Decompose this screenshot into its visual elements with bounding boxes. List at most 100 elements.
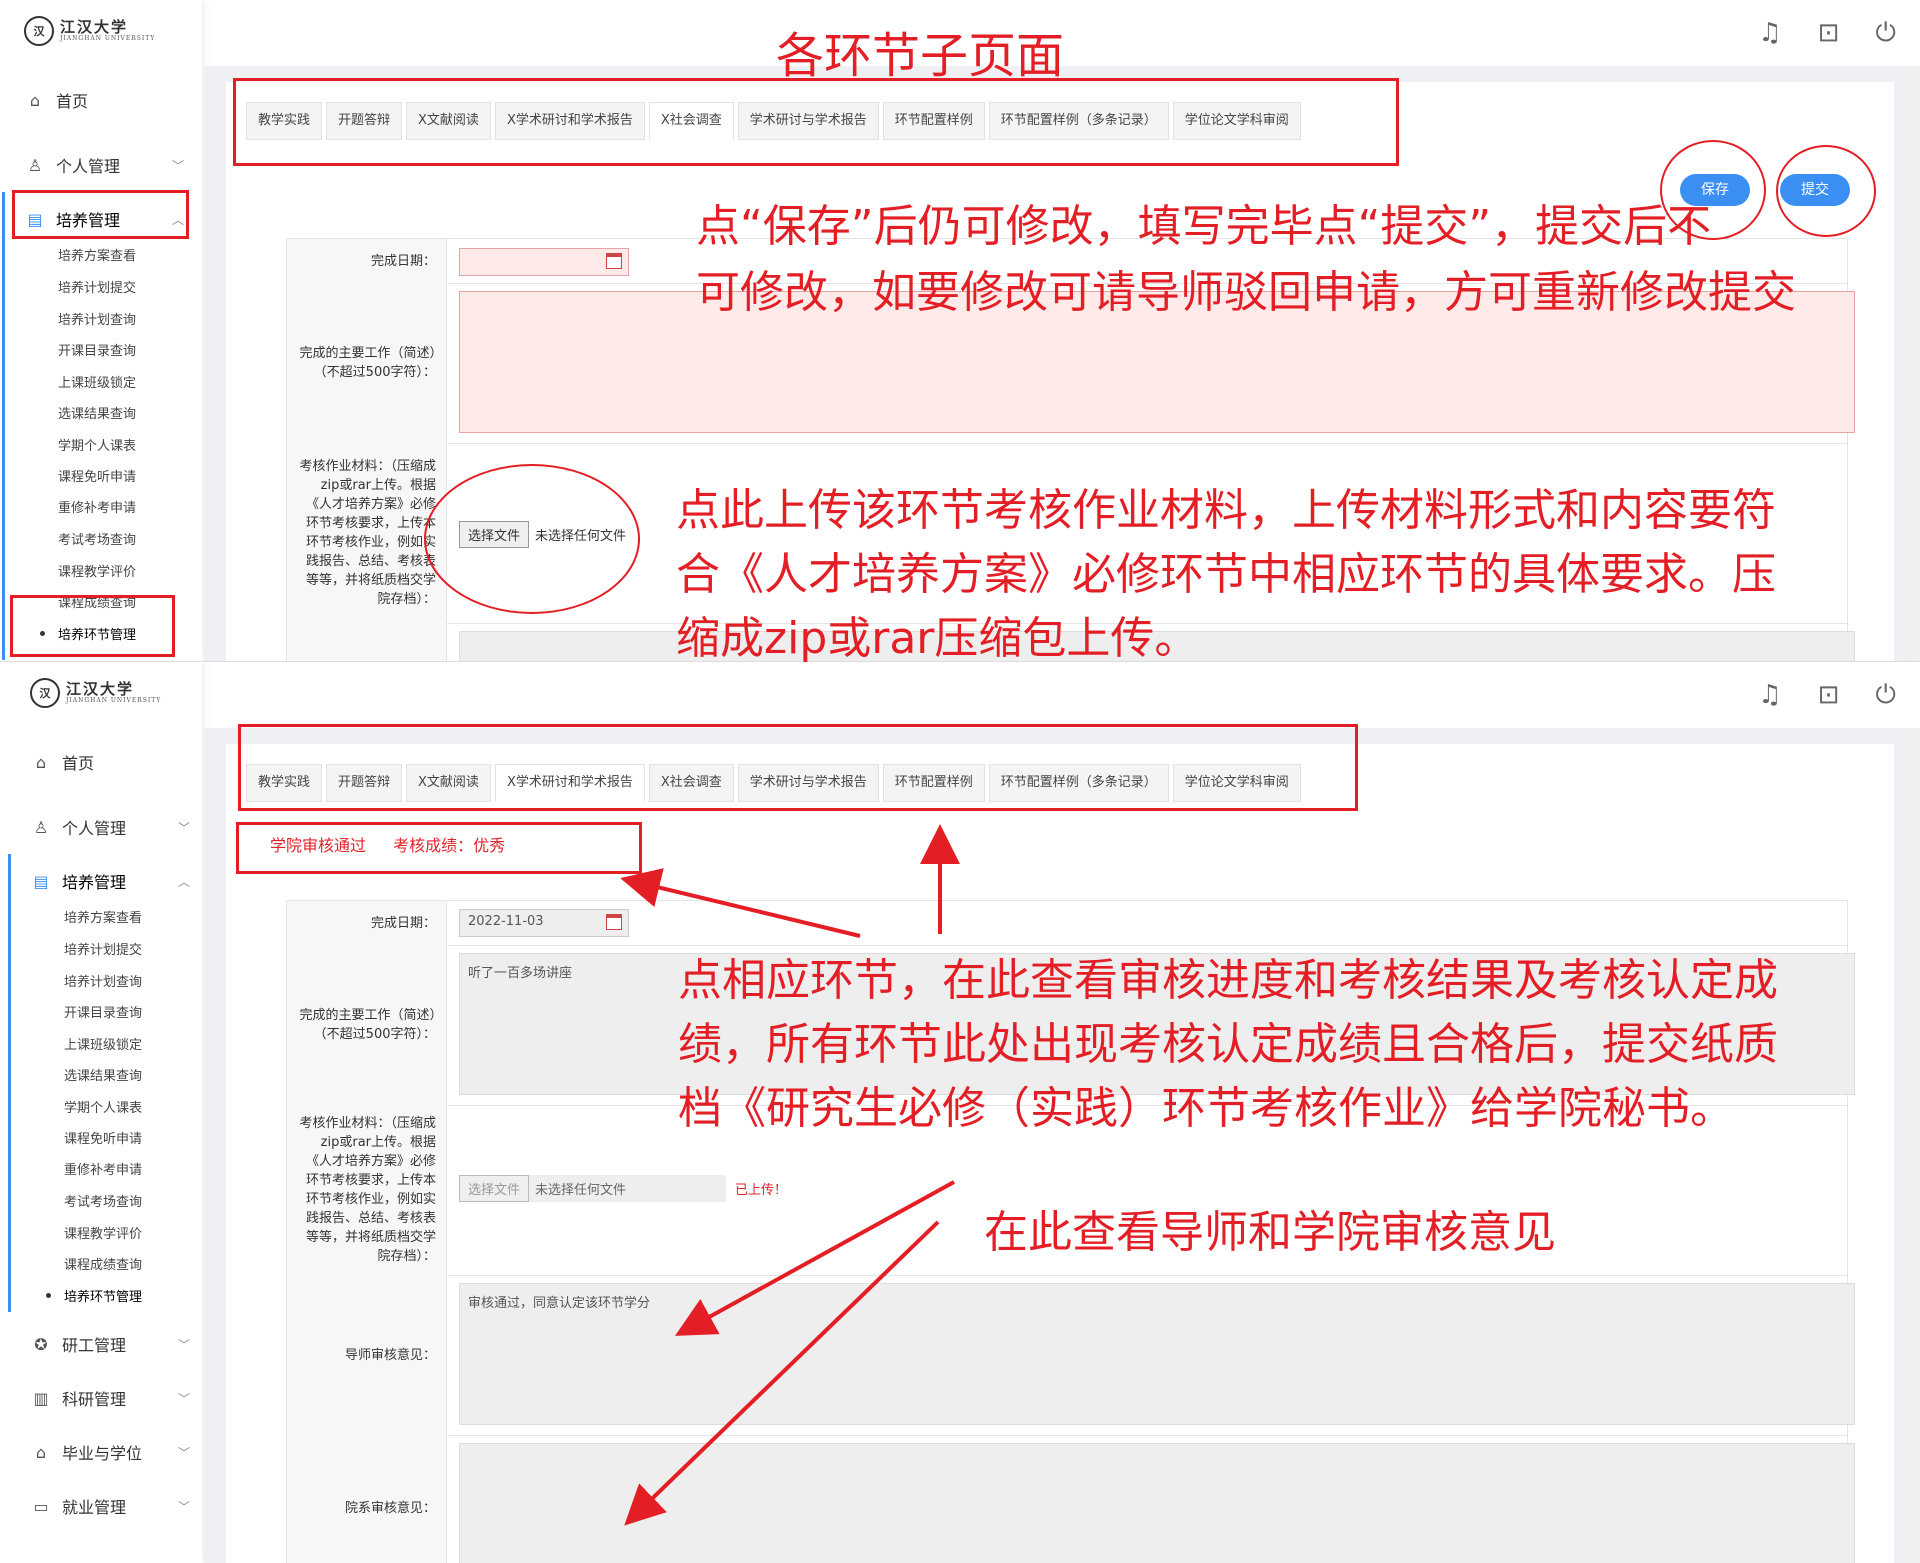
logo-en: JIANGHAN UNIVERSITY [66, 697, 162, 704]
sub-item[interactable]: 课程成绩查询 [64, 1254, 142, 1273]
sub-item[interactable]: 学期个人课表 [58, 435, 136, 454]
chevron-down-icon: ﹀ [177, 820, 190, 835]
sub-item[interactable]: 培养方案查看 [64, 907, 142, 926]
row-college: 院系审核意见： [287, 1435, 1855, 1563]
nav-employment-label: 就业管理 [62, 1498, 127, 1517]
file-upload: 选择文件 未选择任何文件 [459, 1175, 727, 1202]
award-icon: ✪ [34, 1334, 48, 1354]
annotation-title: 各环节子页面 [776, 28, 1065, 84]
sub-item[interactable]: 培养计划提交 [58, 277, 136, 296]
power-icon[interactable]: ⏻ [1875, 18, 1896, 49]
sub-item[interactable]: 上课班级锁定 [58, 372, 136, 391]
annotation-save-note-1: 点“保存”后仍可修改，填写完毕点“提交”，提交后不 [696, 201, 1712, 252]
row-date: 完成日期： 2022-11-03 [287, 901, 1847, 946]
lock-icon[interactable]: ⊡ [1818, 680, 1840, 711]
scrollbar[interactable] [1908, 728, 1920, 1563]
sub-item[interactable]: 上课班级锁定 [64, 1034, 142, 1053]
nav-graduation[interactable]: ⌂ 毕业与学位 ﹀ [30, 1440, 190, 1464]
annotation-save-note-2: 可修改，如要修改可请导师驳回申请，方可重新修改提交 [696, 267, 1796, 318]
college-label: 院系审核意见： [287, 1435, 447, 1563]
nav-training-label: 培养管理 [62, 873, 127, 892]
sub-item[interactable]: 培养计划查询 [64, 971, 142, 990]
material-label: 考核作业材料：（压缩成zip或rar上传。根据《人才培养方案》必修环节考核要求，… [287, 1105, 447, 1275]
nav-sci-research[interactable]: ▥ 科研管理 ﹀ [30, 1386, 190, 1410]
nav-home-label: 首页 [62, 754, 95, 773]
sub-item[interactable]: 培养方案查看 [58, 245, 136, 264]
date-input: 2022-11-03 [459, 909, 629, 937]
logo: 汉 江汉大学 JIANGHAN UNIVERSITY [24, 16, 155, 46]
annotation-circle-submit [1776, 145, 1876, 237]
sub-item[interactable]: 考试考场查询 [58, 529, 136, 548]
briefcase-icon: ▭ [33, 1496, 49, 1516]
annotation-circle-upload [424, 464, 640, 614]
nav-research-mgmt[interactable]: ✪ 研工管理 ﹀ [30, 1332, 190, 1356]
nav-employment[interactable]: ▭ 就业管理 ﹀ [30, 1494, 190, 1518]
nav-personal-label: 个人管理 [56, 157, 121, 176]
annotation-opinion-note: 在此查看导师和学院审核意见 [984, 1207, 1556, 1258]
sub-item[interactable]: 选课结果查询 [58, 403, 136, 422]
chevron-down-icon: ﹀ [177, 1445, 190, 1460]
sub-item[interactable]: 课程教学评价 [58, 561, 136, 580]
nav-sci-research-label: 科研管理 [62, 1390, 127, 1409]
nav-personal[interactable]: ♙ 个人管理 ﹀ [30, 815, 190, 839]
nav-training[interactable]: ▤ 培养管理 ︿ [30, 869, 190, 893]
date-label: 完成日期： [287, 239, 447, 283]
sub-item[interactable]: 课程免听申请 [58, 466, 136, 485]
user-icon: ♙ [27, 155, 43, 175]
annotation-box-tabs [233, 78, 1399, 166]
row-next-label [287, 623, 447, 661]
bell-icon[interactable]: ♫ [1758, 18, 1781, 49]
logo-cn: 江汉大学 [66, 680, 135, 698]
nav-personal-label: 个人管理 [62, 819, 127, 838]
scrollbar[interactable] [1908, 66, 1920, 661]
chevron-down-icon: ﹀ [177, 1391, 190, 1406]
power-icon[interactable]: ⏻ [1875, 680, 1896, 711]
sub-item[interactable]: 重修补考申请 [58, 497, 136, 516]
nav-personal[interactable]: ♙ 个人管理 ﹀ [24, 153, 184, 177]
sub-item[interactable]: 培养计划查询 [58, 309, 136, 328]
sub-item[interactable]: 课程免听申请 [64, 1128, 142, 1147]
sidebar: 汉 江汉大学 JIANGHAN UNIVERSITY ⌂ 首页 ♙ 个人管理 ﹀… [0, 662, 202, 1563]
lock-icon[interactable]: ⊡ [1818, 18, 1840, 49]
sub-item[interactable]: 课程教学评价 [64, 1223, 142, 1242]
user-icon: ♙ [33, 817, 49, 837]
home-icon: ⌂ [29, 90, 41, 110]
annotation-upload-note-3: 缩成zip或rar压缩包上传。 [676, 613, 1199, 664]
annotation-box-training [12, 190, 189, 239]
date-input[interactable] [459, 248, 629, 276]
logo-cn: 江汉大学 [60, 18, 129, 36]
logo-emblem-icon: 汉 [30, 678, 60, 708]
calendar-icon[interactable] [606, 253, 622, 269]
nav-home[interactable]: ⌂ 首页 [24, 88, 184, 112]
annotation-upload-note-1: 点此上传该环节考核作业材料，上传材料形式和内容要符 [676, 485, 1776, 536]
bell-icon[interactable]: ♫ [1758, 680, 1781, 711]
chevron-down-icon: ﹀ [177, 1499, 190, 1514]
nav-home[interactable]: ⌂ 首页 [30, 750, 190, 774]
sub-item[interactable]: 选课结果查询 [64, 1065, 142, 1084]
chevron-down-icon: ﹀ [171, 158, 184, 173]
chart-icon: ▥ [33, 1388, 49, 1408]
sub-item[interactable]: 学期个人课表 [64, 1097, 142, 1116]
sidebar: 汉 江汉大学 JIANGHAN UNIVERSITY ⌂ 首页 ♙ 个人管理 ﹀… [0, 0, 202, 661]
file-name: 未选择任何文件 [535, 1183, 627, 1198]
choose-file-button: 选择文件 [459, 1175, 530, 1202]
sub-item[interactable]: 开课目录查询 [64, 1002, 142, 1021]
graduation-cap-icon: ⌂ [35, 1442, 47, 1462]
sub-item-current[interactable]: 培养环节管理 [45, 1286, 142, 1305]
work-label: 完成的主要工作（简述）（不超过500字符）： [287, 945, 447, 1105]
work-value: 听了一百多场讲座 [468, 966, 573, 981]
sub-item[interactable]: 培养计划提交 [64, 939, 142, 958]
header-actions: ♫ ⊡ ⏻ [1758, 680, 1896, 711]
logo: 汉 江汉大学 JIANGHAN UNIVERSITY [30, 678, 161, 708]
row-advisor: 导师审核意见： 审核通过，同意认定该环节学分 [287, 1275, 1855, 1436]
nav-graduation-label: 毕业与学位 [62, 1444, 143, 1463]
date-value: 2022-11-03 [468, 914, 544, 929]
advisor-opinion-textarea: 审核通过，同意认定该环节学分 [459, 1283, 1855, 1425]
sub-item[interactable]: 考试考场查询 [64, 1191, 142, 1210]
annotation-check-note-3: 档《研究生必修（实践）环节考核作业》给学院秘书。 [678, 1083, 1734, 1134]
sub-item[interactable]: 开课目录查询 [58, 340, 136, 359]
document-icon: ▤ [33, 871, 49, 891]
chevron-down-icon: ﹀ [177, 1337, 190, 1352]
sub-item[interactable]: 重修补考申请 [64, 1159, 142, 1178]
logo-emblem-icon: 汉 [24, 16, 54, 46]
